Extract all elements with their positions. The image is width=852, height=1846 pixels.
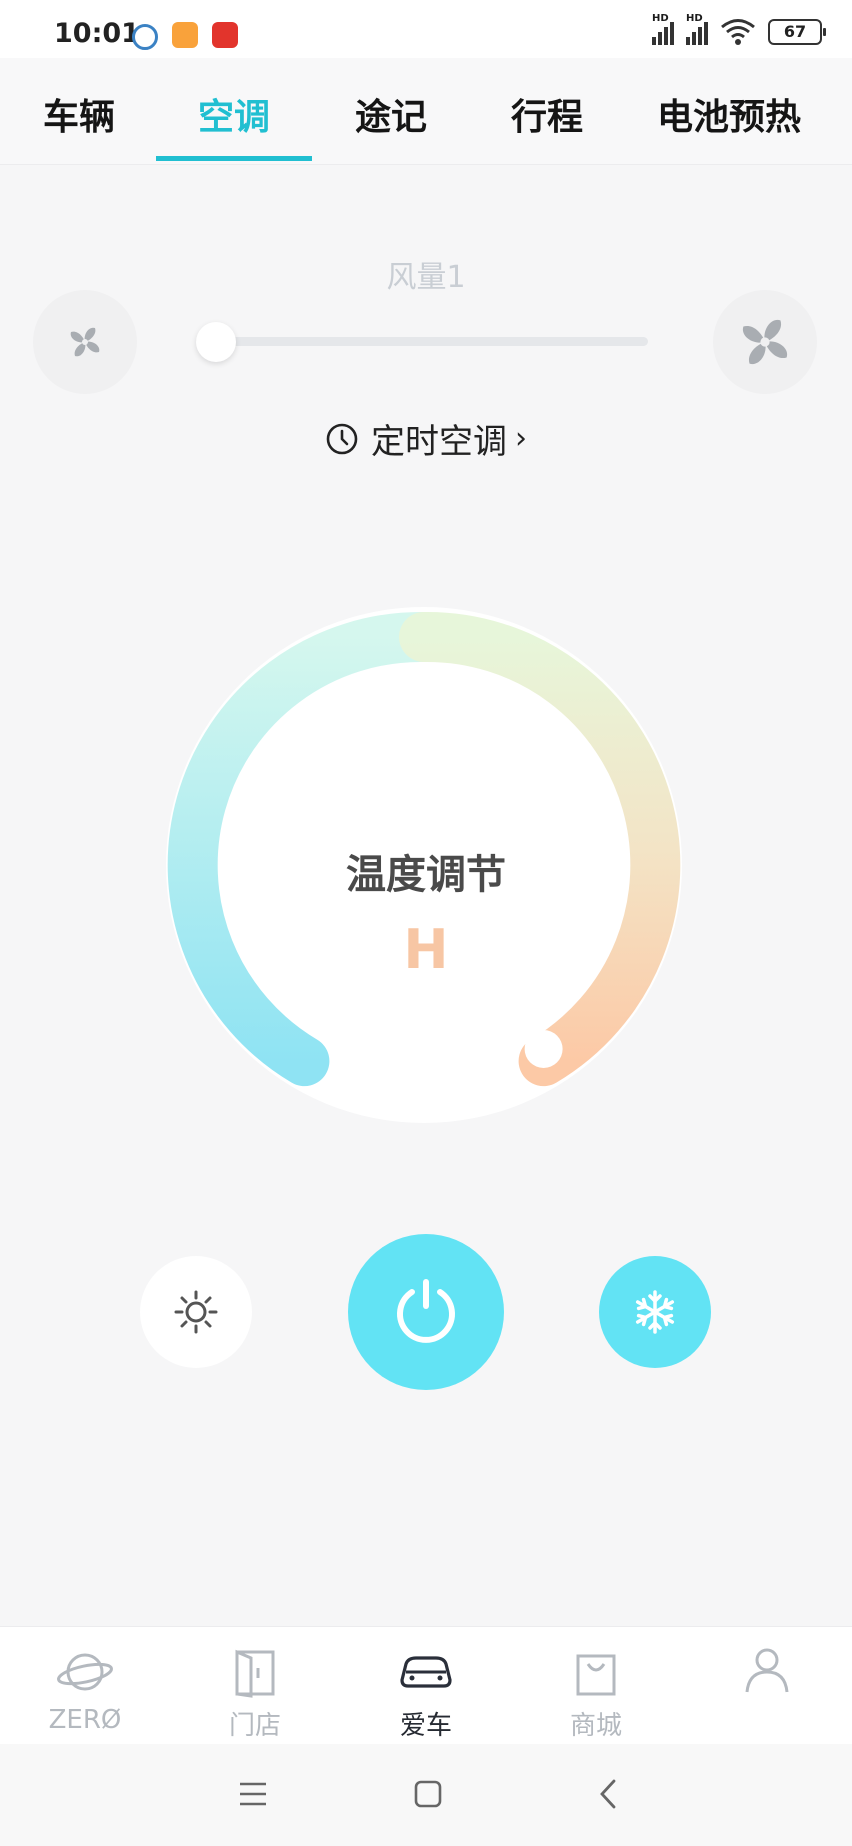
signal-bar-icon <box>664 27 668 45</box>
snowflake-icon <box>635 1290 675 1334</box>
user-icon <box>745 1648 789 1693</box>
signal-bar-icon <box>658 32 662 45</box>
tab-air-conditioning[interactable]: 空调 <box>195 88 273 140</box>
tab-vehicle[interactable]: 车辆 <box>40 88 118 140</box>
wifi-icon <box>721 19 755 45</box>
signal-bar-icon <box>670 22 674 45</box>
signal-bar-icon <box>704 22 708 45</box>
status-time: 10:01 <box>54 18 140 49</box>
nav-item-zero[interactable]: ZERØ <box>0 1627 170 1745</box>
shopping-bag-icon <box>576 1654 616 1696</box>
tab-itinerary[interactable]: 行程 <box>508 88 586 140</box>
orange-app-icon <box>172 22 198 48</box>
nav-label-store: 门店 <box>228 1711 281 1741</box>
signal-bar-icon <box>652 37 656 45</box>
system-navigation-bar <box>0 1744 852 1846</box>
power-button[interactable] <box>348 1234 504 1390</box>
signal-1-label: HD <box>652 13 669 24</box>
scheduled-ac-label: 定时空调 <box>371 422 507 462</box>
menu-button[interactable] <box>223 1764 283 1824</box>
nav-item-my-car[interactable]: 爱车 <box>341 1627 511 1745</box>
menu-icon <box>240 1782 266 1806</box>
signal-1: HD <box>652 13 674 45</box>
fan-level-label: 风量1 <box>386 260 466 295</box>
active-tab-indicator <box>156 156 312 161</box>
scheduled-ac-link[interactable]: 定时空调 › <box>0 414 852 463</box>
battery-indicator: 67 <box>768 19 826 45</box>
chevron-right-icon: › <box>515 421 527 456</box>
nav-label-zero: ZERØ <box>48 1705 122 1735</box>
large-fan-icon <box>742 319 788 365</box>
status-indicators: HD HD 67 <box>652 13 826 46</box>
nav-item-store[interactable]: 门店 <box>170 1627 340 1745</box>
store-door-icon <box>235 1649 275 1698</box>
back-button[interactable] <box>578 1764 638 1824</box>
signal-2: HD <box>686 13 708 45</box>
fan-decrease-button[interactable] <box>33 290 137 394</box>
status-bar: 10:01 HD HD 67 <box>0 0 852 58</box>
signal-bar-icon <box>698 27 702 45</box>
clock-icon <box>326 423 358 454</box>
tab-trip-log[interactable]: 途记 <box>352 88 430 140</box>
tab-battery-preheat[interactable]: 电池预热 <box>651 88 807 140</box>
cool-mode-button[interactable] <box>599 1256 711 1368</box>
power-icon <box>397 1279 455 1343</box>
nav-item-mall[interactable]: 商城 <box>511 1627 681 1745</box>
signal-2-label: HD <box>686 13 703 24</box>
bottom-navigation: ZERØ 门店 爱车 商城 <box>0 1626 852 1745</box>
home-button[interactable] <box>398 1764 458 1824</box>
signal-bar-icon <box>686 37 690 45</box>
nav-label-my-car: 爱车 <box>399 1711 452 1741</box>
home-square-icon <box>414 1780 442 1808</box>
car-icon <box>400 1656 452 1688</box>
top-tabbar: 车辆 空调 途记 行程 电池预热 <box>0 58 852 165</box>
red-app-icon <box>212 22 238 48</box>
nav-item-profile[interactable] <box>682 1627 852 1745</box>
fan-increase-button[interactable] <box>713 290 817 394</box>
blue-circle-app-icon <box>132 24 158 50</box>
small-fan-icon <box>70 327 100 357</box>
temperature-title: 温度调节 <box>346 852 506 898</box>
planet-icon <box>57 1653 113 1691</box>
sun-icon <box>174 1290 218 1334</box>
heat-mode-button[interactable] <box>140 1256 252 1368</box>
fan-slider-handle[interactable] <box>196 322 236 362</box>
dial-handle[interactable] <box>524 1030 563 1068</box>
fan-speed-slider[interactable] <box>196 337 648 346</box>
nav-label-mall: 商城 <box>569 1711 622 1741</box>
signal-bar-icon <box>692 32 696 45</box>
back-chevron-icon <box>600 1779 616 1809</box>
temperature-value: H <box>403 918 449 981</box>
